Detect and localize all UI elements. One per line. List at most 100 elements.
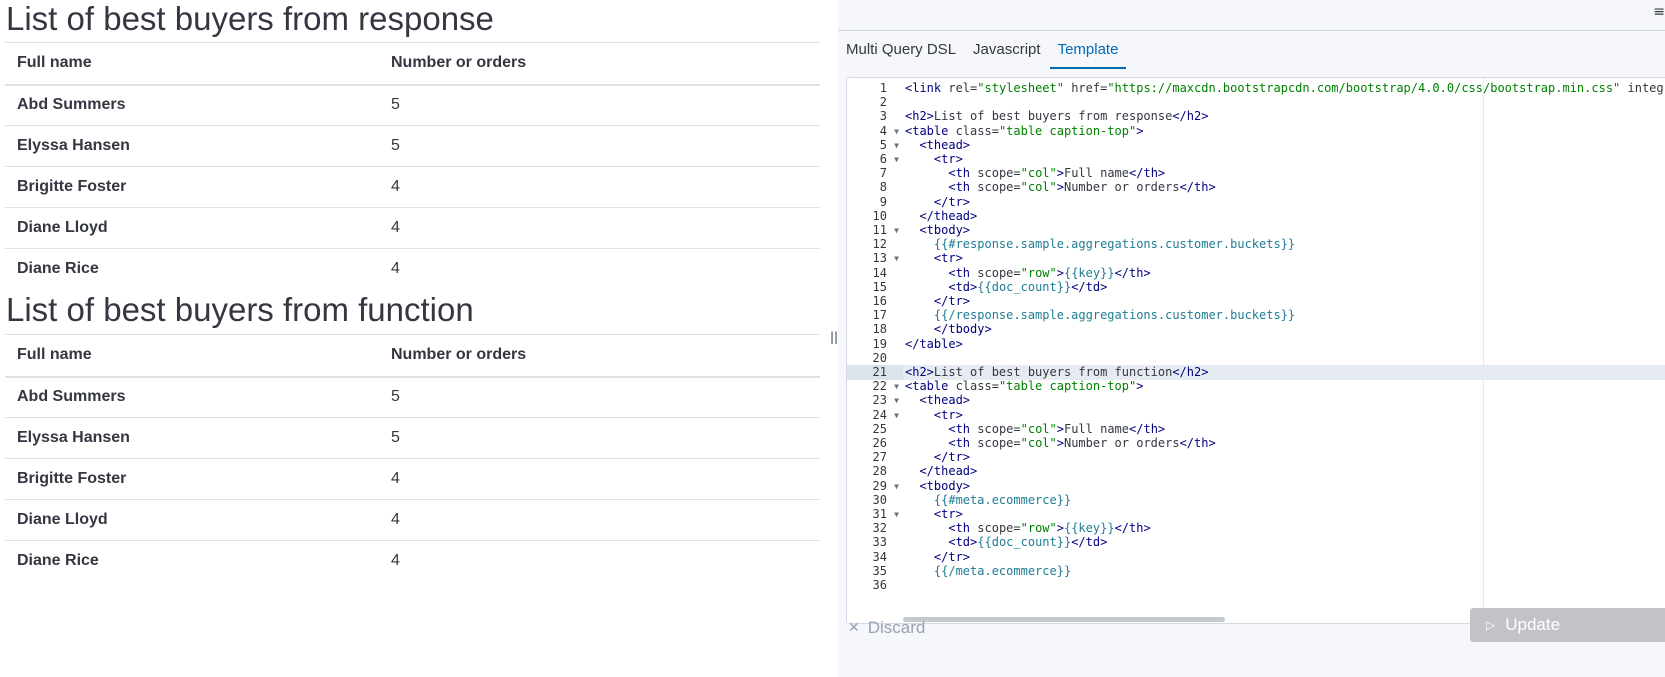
row-name: Brigitte Foster <box>5 458 379 500</box>
fold-toggle-icon[interactable]: ▼ <box>894 251 899 266</box>
line-number: 34 <box>872 549 887 564</box>
code-line: {{/meta.ecommerce}} <box>933 563 1072 578</box>
row-count: 4 <box>391 552 400 570</box>
line-number: 29 ▼ <box>872 478 899 494</box>
code-line: <tr> <box>933 251 963 266</box>
fold-toggle-icon[interactable]: ▼ <box>894 393 899 408</box>
code-line: </thead> <box>919 464 978 479</box>
row-name: Diane Rice <box>17 552 99 570</box>
line-number: 26 <box>872 436 887 450</box>
fold-toggle-icon[interactable]: ▼ <box>894 152 899 167</box>
table-row: Diane Rice 4 <box>5 541 820 582</box>
row-count: 4 <box>379 499 820 541</box>
column-header-orders: Number or orders <box>379 42 820 86</box>
code-line: <thead> <box>919 137 971 152</box>
panel-toolbar: ≡ <box>838 0 1665 31</box>
row-count: 4 <box>379 458 820 500</box>
code-line: </table> <box>905 336 963 351</box>
table-row: Elyssa Hansen 5 <box>5 417 820 459</box>
column-header-orders: Number or orders <box>379 334 820 378</box>
code-line: <table class="table caption-top"> <box>905 123 1144 138</box>
row-count: 5 <box>379 125 820 167</box>
editor-tabs: Multi Query DSL Javascript Template <box>838 31 1127 69</box>
row-name: Diane Lloyd <box>5 207 379 249</box>
line-number: 17 <box>872 308 887 323</box>
code-line: <link rel="stylesheet" href="https://max… <box>905 81 1665 95</box>
code-line: <h2>List of best buyers from response</h… <box>905 109 1209 124</box>
line-number: 24 ▼ <box>872 407 899 423</box>
update-label: Update <box>1505 615 1561 634</box>
line-number: 36 <box>872 578 887 592</box>
play-icon: ▷ <box>1486 618 1496 632</box>
code-line: <table class="table caption-top"> <box>905 379 1144 394</box>
close-icon: ✕ <box>848 620 860 636</box>
code-line: <tbody> <box>919 223 971 237</box>
row-count: 4 <box>379 166 820 208</box>
code-line: </thead> <box>919 208 978 223</box>
code-line: <tbody> <box>919 478 971 493</box>
tab-template[interactable]: Template <box>1049 31 1127 69</box>
line-number: 14 <box>872 265 887 280</box>
row-count: 5 <box>379 84 820 126</box>
line-number: 30 <box>872 492 887 507</box>
code-line: <th scope="col">Full name</th> <box>948 421 1166 436</box>
fold-toggle-icon[interactable]: ▼ <box>894 408 899 423</box>
tab-multi-query-dsl[interactable]: Multi Query DSL <box>838 31 964 69</box>
row-name: Diane Lloyd <box>5 499 379 541</box>
line-number: 25 <box>872 421 887 436</box>
code-line: </tr> <box>933 450 971 465</box>
discard-button[interactable]: ✕ Discard <box>848 613 925 643</box>
code-line: <td>{{doc_count}}</td> <box>948 279 1108 294</box>
code-line: <th scope="col">Full name</th> <box>948 166 1166 181</box>
code-line: </tbody> <box>933 322 992 337</box>
section-title-response: List of best buyers from response <box>6 0 494 37</box>
line-number: 8 <box>879 180 887 195</box>
code-line: <th scope="col">Number or orders</th> <box>948 436 1216 450</box>
line-number: 3 <box>879 109 887 124</box>
fold-toggle-icon[interactable]: ▼ <box>894 479 899 494</box>
fold-toggle-icon[interactable]: ▼ <box>894 507 899 522</box>
code-line: <th scope="row">{{key}}</th> <box>948 265 1151 280</box>
fold-toggle-icon[interactable]: ▼ <box>894 223 899 238</box>
editor-panel: ≡ Multi Query DSL Javascript Template 12… <box>838 0 1665 677</box>
row-name: Elyssa Hansen <box>5 125 379 167</box>
fold-toggle-icon[interactable]: ▼ <box>894 379 899 394</box>
row-name: Brigitte Foster <box>5 166 379 208</box>
fold-toggle-icon[interactable]: ▼ <box>894 138 899 153</box>
line-number: 32 <box>872 521 887 536</box>
row-count: 5 <box>379 376 820 418</box>
line-number: 31 ▼ <box>872 507 899 522</box>
line-number: 1 <box>879 81 887 95</box>
line-number-gutter: 1 2 3 4 ▼ 5 ▼ 6 ▼ 7 8 9 10 11 ▼ 12 13 ▼ 14 15 16 17 18 19 20 21 22… <box>847 78 903 623</box>
code-line: <td>{{doc_count}}</td> <box>948 535 1108 550</box>
tab-javascript[interactable]: Javascript <box>965 31 1049 69</box>
panel-splitter[interactable]: || <box>830 0 838 677</box>
menu-icon[interactable]: ≡ <box>1653 4 1665 20</box>
line-number: 23 ▼ <box>872 393 899 408</box>
fold-toggle-icon[interactable]: ▼ <box>894 124 899 139</box>
row-count: 4 <box>379 207 820 249</box>
line-number: 5 ▼ <box>879 137 899 153</box>
discard-label: Discard <box>867 618 926 637</box>
table-row: Abd Summers 5 <box>5 376 820 418</box>
drag-handle-icon[interactable]: || <box>830 330 838 344</box>
line-number: 2 <box>879 95 887 110</box>
table-row: Brigitte Foster 4 <box>5 166 820 208</box>
code-line: <th scope="row">{{key}}</th> <box>948 521 1151 536</box>
table-row: Diane Lloyd 4 <box>5 207 820 249</box>
code-line: {{#meta.ecommerce}} <box>933 492 1072 507</box>
line-number: 7 <box>879 166 887 181</box>
update-button[interactable]: ▷ Update <box>1470 608 1665 642</box>
column-header-full-name: Full name <box>5 334 379 378</box>
line-number: 12 <box>872 237 887 252</box>
code-line: <tr> <box>933 407 963 422</box>
line-number: 27 <box>872 450 887 465</box>
line-number: 4 ▼ <box>879 123 899 139</box>
line-number: 28 <box>872 464 887 479</box>
code-line: </tr> <box>933 549 971 564</box>
table-row: Elyssa Hansen 5 <box>5 125 820 167</box>
code-area[interactable]: <link rel="stylesheet" href="https://max… <box>903 78 1665 623</box>
line-number: 22 ▼ <box>872 379 899 394</box>
template-preview: List of best buyers from response Full n… <box>0 0 830 677</box>
code-editor[interactable]: 1 2 3 4 ▼ 5 ▼ 6 ▼ 7 8 9 10 11 ▼ 12 13 ▼ 14 15 16 17 18 19 20 21 22… <box>846 77 1665 624</box>
